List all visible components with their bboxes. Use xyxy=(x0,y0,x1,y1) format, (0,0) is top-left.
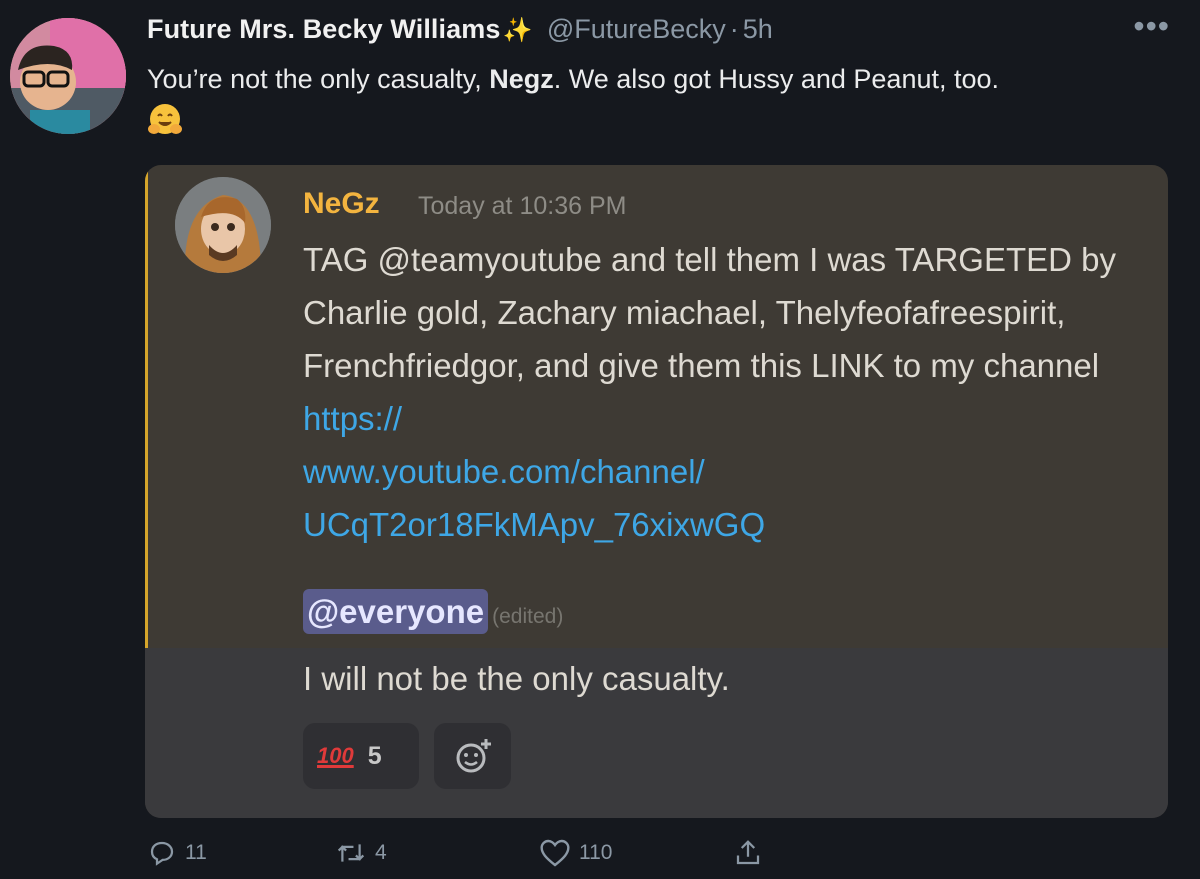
hundred-reaction: 100 5 xyxy=(303,723,419,789)
discord-timestamp: Today at 10:36 PM xyxy=(418,192,627,220)
sparkle-icon: ✨ xyxy=(502,17,533,44)
heart-icon xyxy=(540,839,570,867)
mention-row: @everyone (edited) xyxy=(303,589,564,634)
edited-label: (edited) xyxy=(492,605,564,628)
tweet-actions: 11 4 110 xyxy=(147,838,847,872)
reply-icon xyxy=(150,841,174,866)
retweet-count: 4 xyxy=(375,841,387,864)
tweet-text-after: . We also got Hussy and Peanut, too. xyxy=(553,64,1000,94)
more-options-icon[interactable]: ••• xyxy=(1133,8,1170,45)
add-reaction xyxy=(434,723,511,789)
separator: · xyxy=(729,14,739,44)
link-line-1: https:// xyxy=(303,400,403,437)
tweet-text-before: You’re not the only casualty, xyxy=(147,64,490,94)
share-button[interactable] xyxy=(733,838,763,868)
channel-link: https:// www.youtube.com/channel/UCqT2or1… xyxy=(303,400,765,543)
hugging-face-emoji-icon xyxy=(147,102,183,138)
tweet-text: You’re not the only casualty, Negz. We a… xyxy=(147,60,1177,148)
tweet-time[interactable]: 5h xyxy=(743,14,773,44)
reply-button[interactable]: 11 xyxy=(147,838,207,868)
retweet-button[interactable]: 4 xyxy=(335,838,387,868)
link-line-3: UCqT2or18FkMApv_76xixwGQ xyxy=(303,506,766,543)
tweet-text-bold: Negz xyxy=(489,64,554,94)
discord-message-text: TAG @teamyoutube and tell them I was TAR… xyxy=(303,241,1116,384)
display-name[interactable]: Future Mrs. Becky Williams xyxy=(147,14,500,44)
share-icon xyxy=(736,840,760,865)
profile-avatar[interactable] xyxy=(10,18,126,134)
retweet-icon xyxy=(337,844,365,862)
like-button[interactable]: 110 xyxy=(539,838,612,868)
discord-message: TAG @teamyoutube and tell them I was TAR… xyxy=(303,233,1153,551)
discord-avatar xyxy=(175,177,271,273)
discord-username: NeGz xyxy=(303,187,380,220)
add-reaction-icon xyxy=(456,739,491,773)
mention-highlight-bar xyxy=(145,165,148,648)
hundred-points-icon: 100 xyxy=(317,743,354,768)
reaction-count: 5 xyxy=(367,741,382,770)
reply-count: 11 xyxy=(185,841,207,864)
embedded-image[interactable]: NeGz Today at 10:36 PM TAG @teamyoutube … xyxy=(145,165,1168,818)
tweet-header: Future Mrs. Becky Williams✨ @FutureBecky… xyxy=(147,8,1170,54)
discord-message-2: I will not be the only casualty. xyxy=(303,660,730,697)
like-count: 110 xyxy=(579,841,613,864)
link-line-2: www.youtube.com/channel/ xyxy=(303,453,705,490)
everyone-mention: @everyone xyxy=(303,589,489,634)
user-handle[interactable]: @FutureBecky xyxy=(547,14,726,44)
